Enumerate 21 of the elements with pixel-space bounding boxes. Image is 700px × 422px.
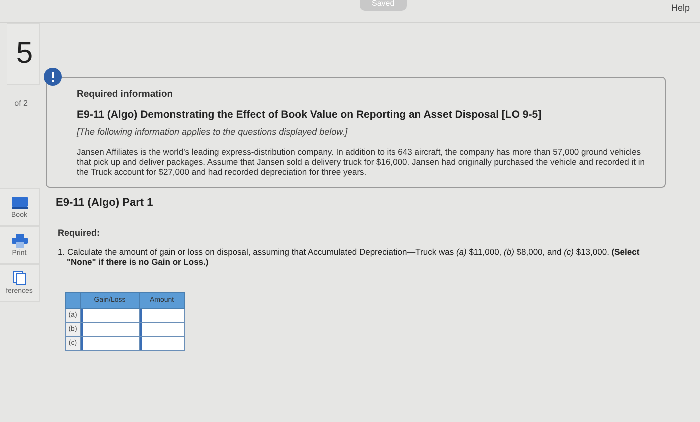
required-label: Required: (58, 228, 102, 238)
book-icon (10, 196, 28, 210)
amount-field[interactable] (140, 323, 184, 336)
help-link[interactable]: Help (671, 3, 690, 13)
documents-icon (12, 271, 26, 286)
gain-loss-dropdown[interactable] (81, 337, 139, 350)
amount-field[interactable] (140, 337, 184, 350)
gain-loss-dropdown[interactable] (81, 309, 139, 322)
printer-icon (12, 234, 28, 248)
info-note: [The following information applies to the questions displayed below.] (77, 127, 349, 137)
exercise-title: E9-11 (Algo) Demonstrating the Effect of Book Value on Reporting an Asset Disposal [LO 9-5] (77, 109, 543, 121)
question-number: 5 (16, 39, 33, 69)
part-title: E9-11 (Algo) Part 1 (56, 197, 154, 209)
question-count: of 2 (14, 99, 28, 108)
gain-loss-dropdown[interactable] (81, 323, 139, 336)
problem-text: Jansen Affiliates is the world's leading express-distribution company. In addition to its 643 aircraft, the company has more than 57,000 ground vehicles that pick up and deliver packages. Assume that Jansen sold a delivery truck for $16,000. Jansen had originally purchased the vehicle and recorded it in the Truck account for $27,000 and had recorded depreciation for three years. (77, 147, 646, 177)
info-heading: Required information (77, 89, 174, 100)
header-cell (66, 292, 80, 308)
amount-field[interactable] (140, 309, 184, 322)
question-text: 1. Calculate the amount of gain or loss on disposal, assuming that Accumulated Depreciation—Truck was (a) $11,000, (b) $8,000, and (c) $13,000. (Select "None" if there is no Gain or Loss.) (58, 247, 641, 267)
alert-icon (44, 68, 62, 86)
